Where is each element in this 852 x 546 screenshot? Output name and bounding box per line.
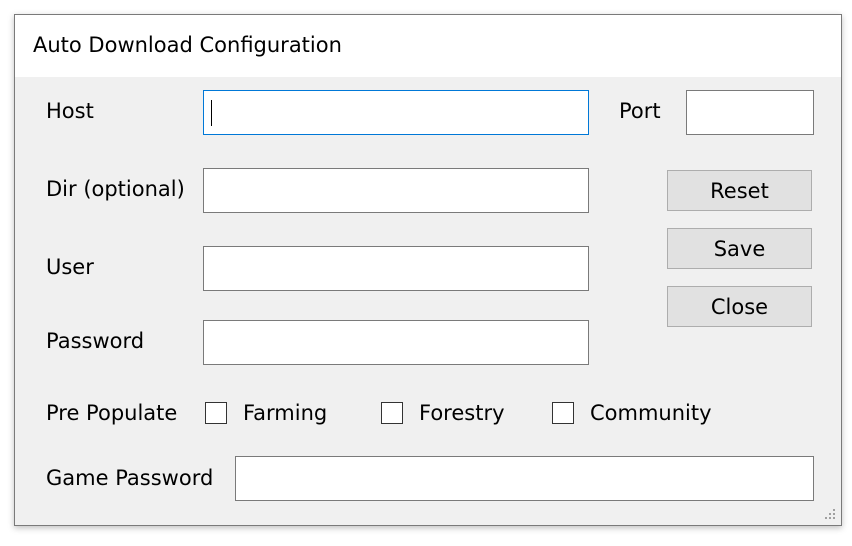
- password-input[interactable]: [203, 320, 589, 365]
- port-input[interactable]: [686, 90, 814, 135]
- checkbox-farming[interactable]: Farming: [205, 401, 327, 425]
- port-label: Port: [619, 99, 661, 123]
- pre-populate-label: Pre Populate: [46, 401, 178, 425]
- host-input[interactable]: [203, 90, 589, 135]
- checkbox-label: Forestry: [419, 401, 505, 425]
- title-bar[interactable]: Auto Download Configuration: [15, 15, 841, 77]
- text-caret: [211, 100, 212, 126]
- dir-input[interactable]: [203, 168, 589, 213]
- checkbox-box[interactable]: [205, 402, 227, 424]
- checkbox-box[interactable]: [552, 402, 574, 424]
- host-label: Host: [46, 99, 94, 123]
- game-password-input[interactable]: [235, 456, 814, 501]
- save-button[interactable]: Save: [667, 228, 812, 269]
- game-password-label: Game Password: [46, 466, 214, 490]
- user-label: User: [46, 255, 94, 279]
- user-input[interactable]: [203, 246, 589, 291]
- resize-grip-icon[interactable]: [823, 507, 837, 521]
- checkbox-forestry[interactable]: Forestry: [381, 401, 505, 425]
- password-label: Password: [46, 329, 145, 353]
- checkbox-box[interactable]: [381, 402, 403, 424]
- checkbox-label: Farming: [243, 401, 328, 425]
- checkbox-community[interactable]: Community: [552, 401, 712, 425]
- close-button[interactable]: Close: [667, 286, 812, 327]
- reset-button[interactable]: Reset: [667, 170, 812, 211]
- checkbox-label: Community: [590, 401, 712, 425]
- config-dialog: Auto Download Configuration Host Port Di…: [14, 14, 842, 526]
- dir-label: Dir (optional): [46, 177, 185, 201]
- window-title: Auto Download Configuration: [33, 33, 342, 57]
